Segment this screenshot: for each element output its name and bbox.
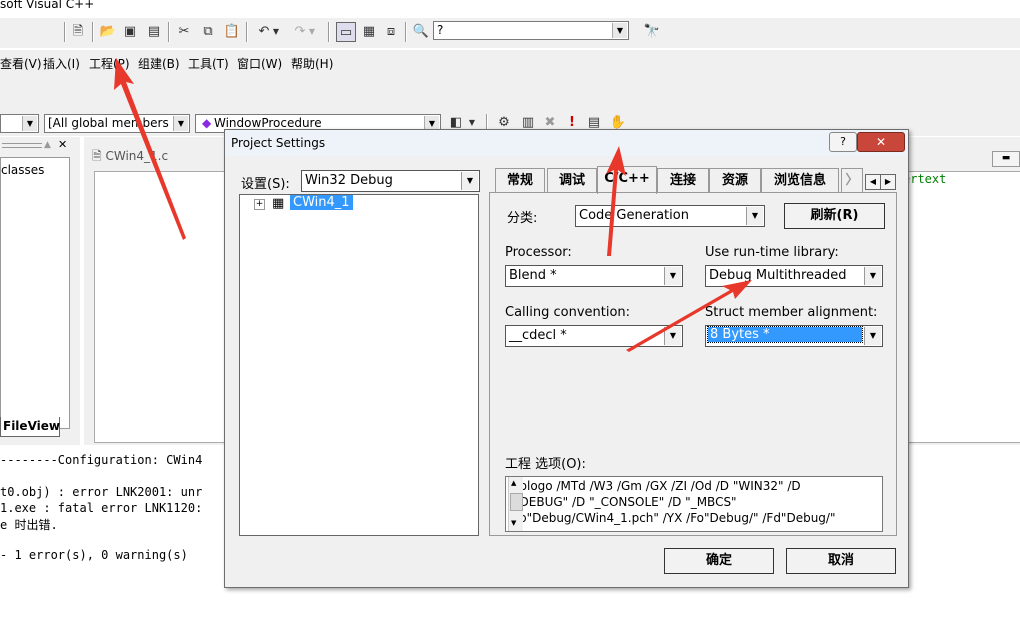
annotation-arrows xyxy=(114,58,752,352)
annotation-arrow xyxy=(114,58,186,240)
annotation-arrow xyxy=(626,280,752,352)
annotation-arrow xyxy=(606,146,626,256)
